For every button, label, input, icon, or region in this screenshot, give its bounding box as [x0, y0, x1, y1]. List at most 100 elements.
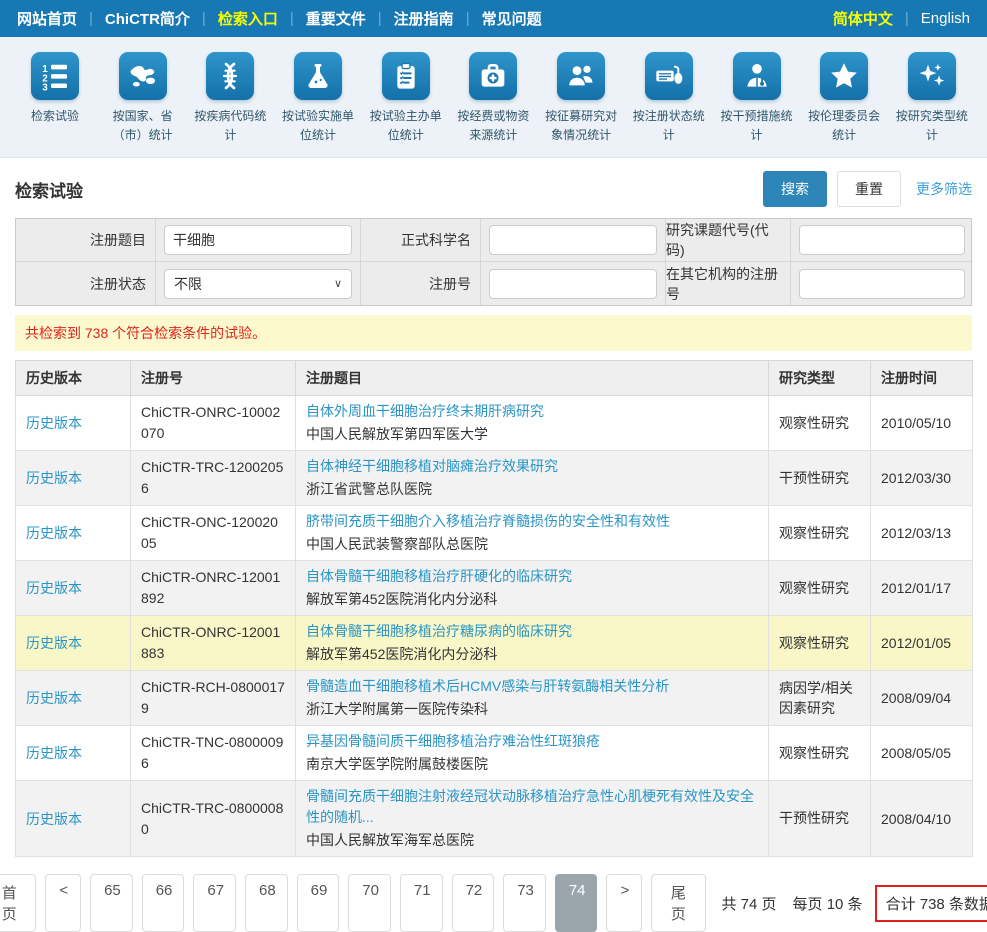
toolbar-item-9[interactable]: 按伦理委员会统计: [802, 52, 886, 144]
form-input-1[interactable]: [489, 225, 657, 255]
form-label-0: 注册题目: [16, 219, 156, 262]
nav-separator: |: [290, 10, 294, 27]
page-button-71[interactable]: 71: [400, 874, 443, 932]
page-button-70[interactable]: 70: [348, 874, 391, 932]
trial-title-link[interactable]: 自体骨髓干细胞移植治疗肝硬化的临床研究: [306, 566, 758, 587]
history-version-link[interactable]: 历史版本: [26, 470, 82, 486]
chevron-down-icon: ∨: [334, 277, 342, 290]
clipboard-icon: [382, 52, 430, 100]
page-size-text: 每页 10 条: [793, 893, 863, 914]
nav-separator: |: [202, 10, 206, 27]
column-header-2: 注册题目: [296, 361, 769, 396]
toolbar-item-label: 按征募研究对象情况统计: [542, 107, 620, 144]
toolbar-item-8[interactable]: 按干预措施统计: [715, 52, 799, 144]
history-version-link[interactable]: 历史版本: [26, 690, 82, 706]
toolbar-item-label: 按经费或物资来源统计: [454, 107, 532, 144]
toolbar-item-7[interactable]: 按注册状态统计: [627, 52, 711, 144]
nav-item-4[interactable]: 注册指南: [394, 8, 454, 29]
trial-title-link[interactable]: 脐带间充质干细胞介入移植治疗脊髓损伤的安全性和有效性: [306, 511, 758, 532]
nav-item-2[interactable]: 检索入口: [218, 8, 278, 29]
registration-number: ChiCTR-TNC-08000096: [131, 726, 296, 781]
page-button-next[interactable]: >: [606, 874, 642, 932]
toolbar-item-4[interactable]: 按试验主办单位统计: [364, 52, 448, 144]
nav-item-3[interactable]: 重要文件: [306, 8, 366, 29]
trial-title-link[interactable]: 骨髓造血干细胞移植术后HCMV感染与肝转氨酶相关性分析: [306, 676, 758, 697]
annotation-box: 合计 738 条数据: [875, 885, 987, 922]
registration-number: ChiCTR-ONRC-12001892: [131, 561, 296, 616]
trial-title-link[interactable]: 自体骨髓干细胞移植治疗糖尿病的临床研究: [306, 621, 758, 642]
main-content: 检索试验 搜索 重置 更多筛选 注册题目正式科学名研究课题代号(代码)注册状态不…: [0, 171, 987, 932]
form-input-5[interactable]: [799, 269, 965, 299]
registration-date: 2012/01/05: [871, 616, 973, 671]
registration-number: ChiCTR-TRC-12002056: [131, 451, 296, 506]
table-row: 历史版本 ChiCTR-ONRC-12001892 自体骨髓干细胞移植治疗肝硬化的临…: [16, 561, 973, 616]
trial-title-link[interactable]: 异基因骨髓间质干细胞移植治疗难治性红斑狼疮: [306, 731, 758, 752]
page-button-67[interactable]: 67: [193, 874, 236, 932]
trial-title-link[interactable]: 自体神经干细胞移植对脑瘫治疗效果研究: [306, 456, 758, 477]
registration-date: 2010/05/10: [871, 396, 973, 451]
page-button-74[interactable]: 74: [555, 874, 598, 932]
table-header-row: 历史版本注册号注册题目研究类型注册时间: [16, 361, 973, 396]
history-version-link[interactable]: 历史版本: [26, 580, 82, 596]
history-version-link[interactable]: 历史版本: [26, 635, 82, 651]
page-button-68[interactable]: 68: [245, 874, 288, 932]
page-button-prev[interactable]: <: [45, 874, 81, 932]
toolbar-item-10[interactable]: 按研究类型统计: [890, 52, 974, 144]
institution-name: 南京大学医学院附属鼓楼医院: [306, 754, 758, 775]
total-pages-text: 共 74 页: [722, 893, 777, 914]
lang-item-0[interactable]: 简体中文: [833, 8, 893, 29]
table-row: 历史版本ChiCTR-RCH-08000179骨髓造血干细胞移植术后HCMV感染…: [16, 671, 973, 726]
institution-name: 中国人民解放军海军总医院: [306, 830, 758, 851]
toolbar-item-2[interactable]: 按疾病代码统计: [188, 52, 272, 144]
page-button-first[interactable]: 首页: [0, 874, 36, 932]
page-button-73[interactable]: 73: [503, 874, 546, 932]
flask-icon: [294, 52, 342, 100]
form-input-4[interactable]: [489, 269, 657, 299]
history-version-link[interactable]: 历史版本: [26, 811, 82, 827]
institution-name: 浙江大学附属第一医院传染科: [306, 699, 758, 720]
trial-title-link[interactable]: 自体外周血干细胞治疗终末期肝病研究: [306, 401, 758, 422]
history-version-link[interactable]: 历史版本: [26, 525, 82, 541]
column-header-4: 注册时间: [871, 361, 973, 396]
nav-item-0[interactable]: 网站首页: [17, 8, 77, 29]
toolbar-item-0[interactable]: 123检索试验: [13, 52, 97, 126]
more-filters-link[interactable]: 更多筛选: [916, 179, 972, 199]
study-type: 观察性研究: [769, 506, 871, 561]
registration-date: 2012/03/13: [871, 506, 973, 561]
history-version-link[interactable]: 历史版本: [26, 415, 82, 431]
form-input-2[interactable]: [799, 225, 965, 255]
page-button-65[interactable]: 65: [90, 874, 133, 932]
toolbar-item-3[interactable]: 按试验实施单位统计: [276, 52, 360, 144]
history-version-link[interactable]: 历史版本: [26, 745, 82, 761]
nav-item-5[interactable]: 常见问题: [482, 8, 542, 29]
nav-item-1[interactable]: ChiCTR简介: [105, 8, 190, 29]
institution-name: 解放军第452医院消化内分泌科: [306, 589, 758, 610]
svg-text:3: 3: [42, 83, 48, 92]
trial-title-link[interactable]: 骨髓间充质干细胞注射液经冠状动脉移植治疗急性心肌梗死有效性及安全性的随机...: [306, 786, 758, 828]
total-records-text: 合计 738 条数据: [886, 896, 987, 913]
reset-button[interactable]: 重置: [837, 171, 901, 207]
form-label-5: 在其它机构的注册号: [666, 262, 791, 305]
nav-separator: |: [378, 10, 382, 27]
table-row: 历史版本 ChiCTR-TRC-12002056 自体神经干细胞移植对脑瘫治疗效果研…: [16, 451, 973, 506]
registration-date: 2008/05/05: [871, 726, 973, 781]
form-input-0[interactable]: [164, 225, 352, 255]
form-select-3[interactable]: 不限∨: [164, 269, 352, 299]
page-button-72[interactable]: 72: [452, 874, 495, 932]
page-button-66[interactable]: 66: [142, 874, 185, 932]
toolbar-item-1[interactable]: 按国家、省（市）统计: [101, 52, 185, 144]
lang-item-1[interactable]: English: [921, 10, 970, 27]
study-type: 干预性研究: [769, 781, 871, 857]
form-label-4: 注册号: [361, 262, 481, 305]
toolbar-item-6[interactable]: 按征募研究对象情况统计: [539, 52, 623, 144]
page-button-last[interactable]: 尾页: [651, 874, 705, 932]
toolbar-item-5[interactable]: 按经费或物资来源统计: [451, 52, 535, 144]
nav-separator: |: [905, 10, 909, 27]
column-header-1: 注册号: [131, 361, 296, 396]
search-button[interactable]: 搜索: [763, 171, 827, 207]
stats-toolbar: 123检索试验按国家、省（市）统计按疾病代码统计按试验实施单位统计按试验主办单位…: [0, 37, 987, 158]
institution-name: 解放军第452医院消化内分泌科: [306, 644, 758, 665]
institution-name: 中国人民解放军第四军医大学: [306, 424, 758, 445]
study-type: 观察性研究: [769, 726, 871, 781]
page-button-69[interactable]: 69: [297, 874, 340, 932]
